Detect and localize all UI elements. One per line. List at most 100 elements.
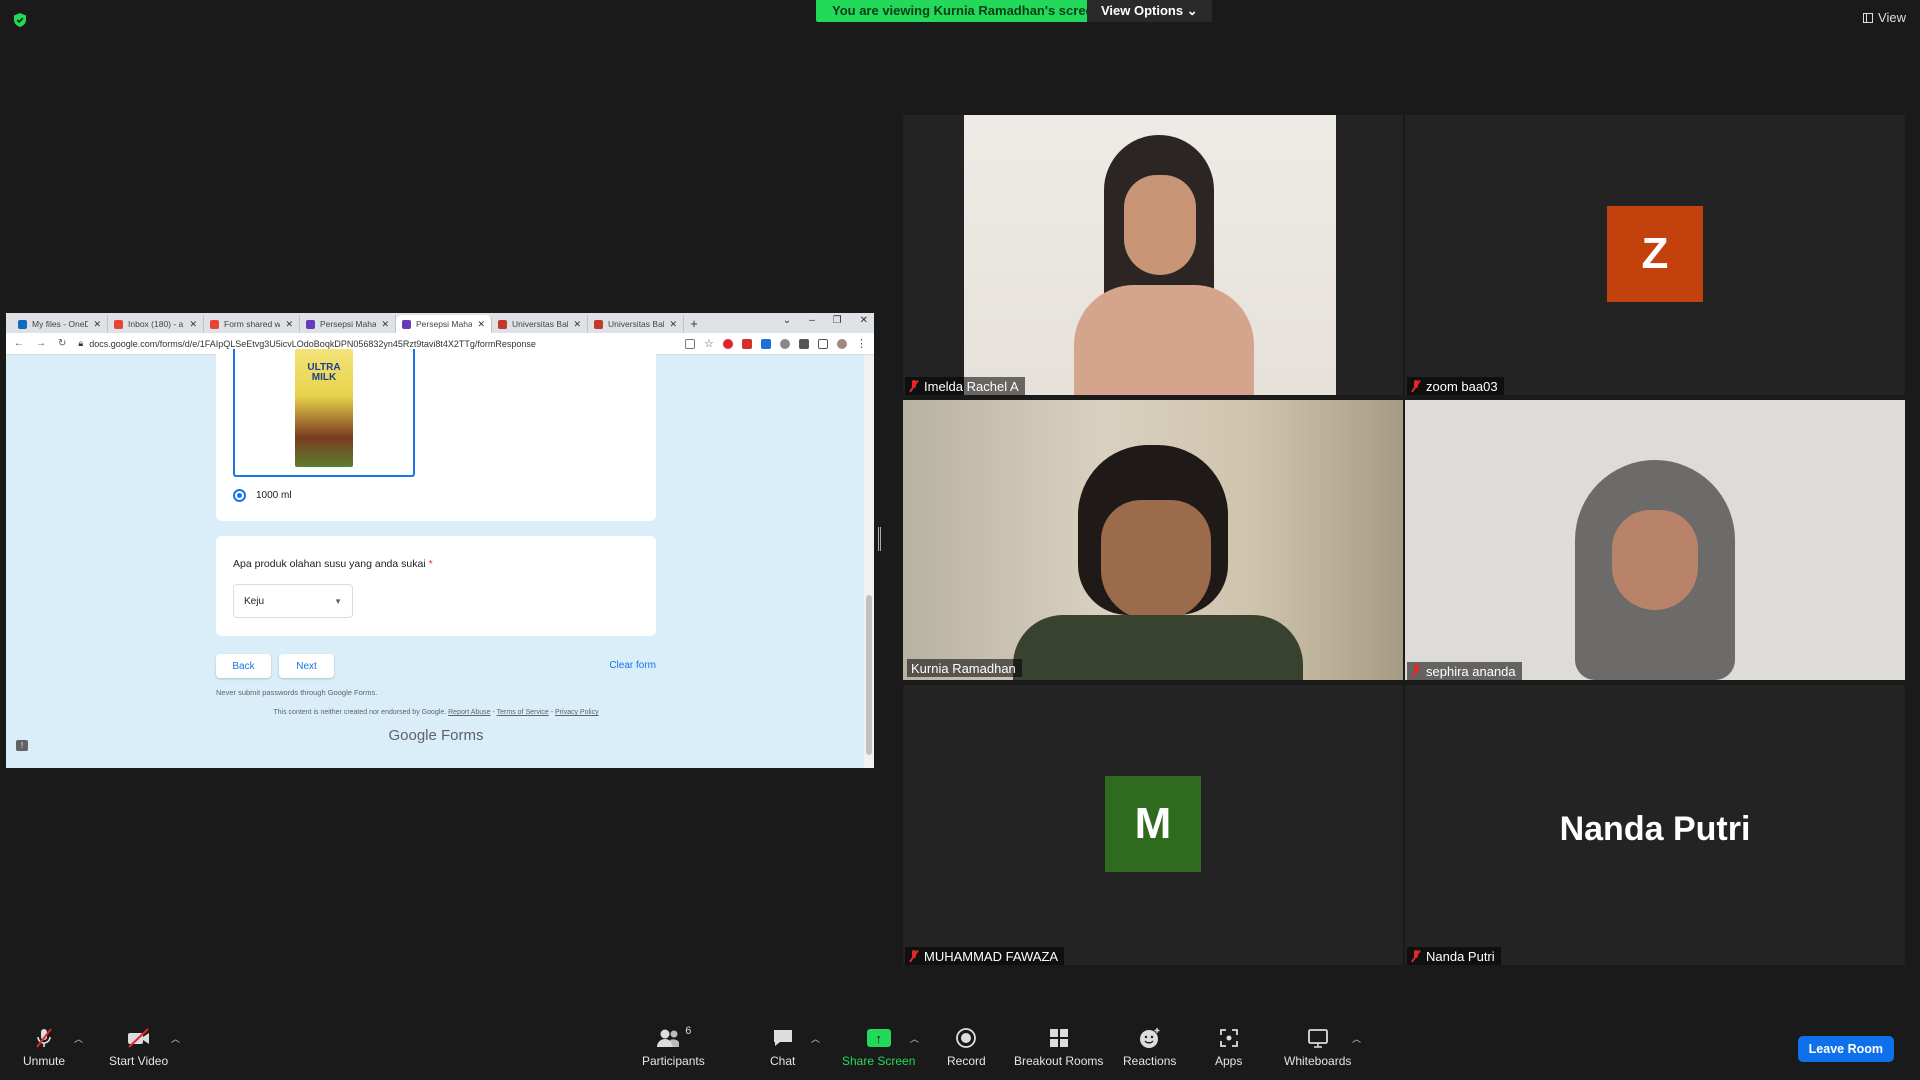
sidebar-icon[interactable] [818, 338, 828, 349]
close-icon[interactable]: ✕ [189, 319, 197, 330]
kebab-menu-icon[interactable]: ⋮ [856, 338, 867, 349]
start-video-button[interactable]: Start Video [109, 1026, 168, 1068]
video-options-caret-icon[interactable]: ︿ [171, 1032, 180, 1045]
whiteboard-options-caret-icon[interactable]: ︿ [1352, 1032, 1361, 1045]
back-arrow-icon[interactable]: ← [14, 338, 24, 349]
browser-tab[interactable]: Form shared w ✕ [204, 315, 300, 333]
option-1000ml[interactable]: 1000 ml [233, 489, 292, 502]
chat-button[interactable]: Chat [770, 1026, 795, 1068]
video-tile[interactable]: sephira ananda [1405, 400, 1905, 680]
browser-tab[interactable]: Inbox (180) - a ✕ [108, 315, 204, 333]
view-button[interactable]: View [1863, 10, 1906, 25]
video-off-icon [126, 1026, 152, 1050]
image-choice-card: ULTRA MILK 1000 ml [216, 349, 656, 521]
view-options-button[interactable]: View Options ⌄ [1087, 0, 1212, 22]
forward-arrow-icon[interactable]: → [36, 338, 46, 349]
close-icon[interactable]: ✕ [93, 319, 101, 330]
encryption-shield-icon[interactable] [12, 12, 28, 28]
scrollbar-thumb[interactable] [866, 595, 872, 755]
chat-options-caret-icon[interactable]: ︿ [811, 1032, 820, 1045]
opera-extension-icon[interactable] [723, 338, 733, 349]
participants-button[interactable]: 6 Participants [642, 1025, 705, 1068]
share-options-caret-icon[interactable]: ︿ [910, 1032, 919, 1045]
browser-tab[interactable]: My files - OneDrive ✕ [12, 315, 108, 333]
university-favicon-icon [498, 319, 507, 329]
video-tile[interactable]: Z zoom baa03 [1405, 115, 1905, 395]
clear-form-button[interactable]: Clear form [609, 660, 656, 671]
split-view-handle[interactable] [878, 527, 881, 551]
terms-link[interactable]: Terms of Service [497, 709, 549, 716]
participant-name-tag: Nanda Putri [1407, 947, 1501, 965]
profile-avatar-icon[interactable] [837, 338, 847, 349]
leave-room-button[interactable]: Leave Room [1797, 1036, 1894, 1062]
share-screen-label: Share Screen [842, 1054, 916, 1068]
next-button[interactable]: Next [279, 654, 334, 678]
shared-screen-browser: My files - OneDrive ✕ Inbox (180) - a ✕ Fo… [6, 313, 874, 768]
audio-options-caret-icon[interactable]: ︿ [74, 1032, 83, 1045]
question-card: Apa produk olahan susu yang anda sukai *… [216, 536, 656, 636]
record-button[interactable]: Record [947, 1026, 986, 1068]
reactions-smiley-icon [1138, 1026, 1162, 1050]
url-field[interactable]: 🔒︎ docs.google.com/forms/d/e/1FAIpQLSeEtv… [78, 338, 673, 349]
video-tile[interactable]: Imelda Rachel A [903, 115, 1403, 395]
close-window-icon[interactable]: ✕ [860, 315, 868, 326]
participant-video [903, 400, 1403, 680]
participant-big-name: Nanda Putri [1559, 810, 1751, 848]
dairy-product-select[interactable]: Keju ▼ [233, 584, 353, 618]
apps-button[interactable]: Apps [1215, 1026, 1242, 1068]
page-scrollbar[interactable] [864, 355, 874, 768]
close-icon[interactable]: ✕ [285, 319, 293, 330]
dropbox-extension-icon[interactable] [761, 338, 771, 349]
video-tile-active-speaker[interactable]: Kurnia Ramadhan [903, 400, 1403, 680]
share-screen-button[interactable]: ↑ Share Screen [842, 1026, 915, 1068]
whiteboard-icon [1307, 1026, 1329, 1050]
google-forms-favicon-icon [402, 319, 411, 329]
back-button[interactable]: Back [216, 654, 271, 678]
product-image-text: ULTRA MILK [307, 362, 341, 383]
participant-name: sephira ananda [1426, 663, 1516, 679]
browser-tab[interactable]: Universitas Bal ✕ [492, 315, 588, 333]
breakout-rooms-button[interactable]: Breakout Rooms [1014, 1026, 1103, 1068]
pdf-extension-icon[interactable] [742, 338, 752, 349]
google-form-page: ULTRA MILK 1000 ml Apa produk olahan sus… [6, 349, 874, 768]
feedback-icon[interactable]: ! [16, 740, 28, 751]
report-abuse-link[interactable]: Report Abuse [448, 709, 490, 716]
privacy-link[interactable]: Privacy Policy [555, 709, 599, 716]
share-icon[interactable] [685, 338, 695, 349]
participant-name: Imelda Rachel A [924, 378, 1019, 394]
gmail-favicon-icon [114, 319, 123, 329]
form-footer: This content is neither created nor endo… [273, 709, 599, 716]
apps-label: Apps [1215, 1054, 1243, 1068]
radio-selected-icon[interactable] [233, 489, 246, 502]
new-tab-icon[interactable]: + [684, 315, 704, 333]
unmute-button[interactable]: Unmute [23, 1026, 65, 1068]
restore-icon[interactable]: ❐ [833, 315, 842, 326]
settings-extension-icon[interactable] [780, 338, 790, 349]
browser-tab-active[interactable]: Persepsi Maha ✕ [396, 315, 492, 333]
close-icon[interactable]: ✕ [381, 319, 389, 330]
muted-mic-icon [1411, 380, 1421, 392]
reactions-button[interactable]: Reactions [1123, 1026, 1176, 1068]
tab-search-icon[interactable]: ⌄ [783, 315, 791, 326]
tab-label: Universitas Bal [608, 319, 665, 329]
star-icon[interactable]: ☆ [704, 338, 714, 349]
viewing-screen-banner: You are viewing Kurnia Ramadhan's screen [816, 0, 1117, 22]
minimize-icon[interactable]: – [809, 315, 815, 326]
browser-tab[interactable]: Persepsi Maha ✕ [300, 315, 396, 333]
unmute-label: Unmute [23, 1054, 66, 1068]
browser-tab[interactable]: Universitas Bal ✕ [588, 315, 684, 333]
participant-name-tag: zoom baa03 [1407, 377, 1504, 395]
close-icon[interactable]: ✕ [669, 319, 677, 330]
required-mark: * [428, 558, 433, 570]
product-image-frame[interactable]: ULTRA MILK [233, 349, 415, 477]
chat-label: Chat [770, 1054, 796, 1068]
whiteboards-button[interactable]: Whiteboards [1284, 1026, 1351, 1068]
close-icon[interactable]: ✕ [573, 319, 581, 330]
muted-mic-icon [1411, 665, 1421, 677]
reload-icon[interactable]: ↻ [58, 338, 66, 349]
puzzle-icon[interactable] [799, 338, 809, 349]
video-tile[interactable]: Nanda Putri Nanda Putri [1405, 685, 1905, 965]
video-tile[interactable]: M MUHAMMAD FAWAZA [903, 685, 1403, 965]
form-nav-row: Back Next Clear form [216, 654, 656, 678]
close-icon[interactable]: ✕ [477, 319, 485, 330]
